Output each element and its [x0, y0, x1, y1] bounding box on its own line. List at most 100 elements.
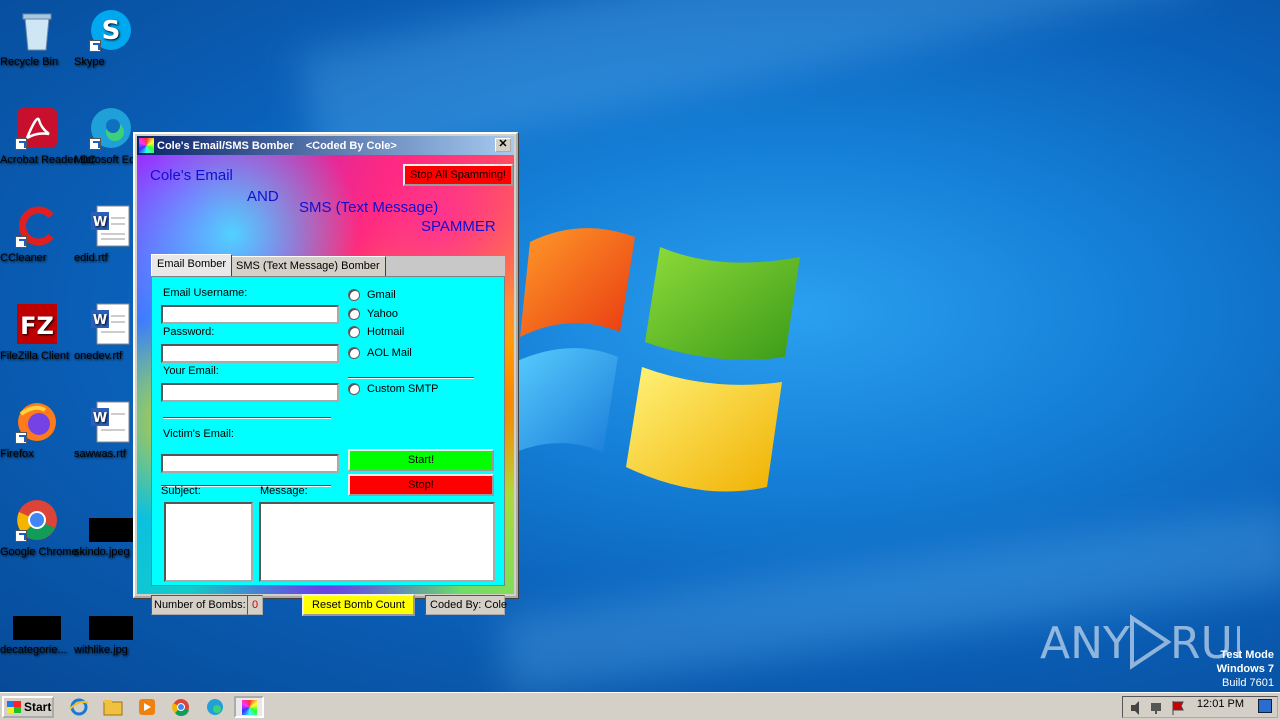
custom-smtp-label: Custom SMTP [367, 383, 439, 395]
svg-text:W: W [93, 215, 107, 230]
start-button[interactable]: Start! [348, 449, 494, 471]
message-label: Message: [260, 485, 308, 497]
email-username-label: Email Username: [163, 287, 248, 299]
banner-line4: SPAMMER [421, 218, 496, 235]
shortcut-arrow-icon [89, 40, 101, 52]
filezilla-icon: FZ [15, 302, 59, 346]
custom-smtp-radio[interactable] [348, 383, 360, 395]
desktop-icon-recycle-bin[interactable]: Recycle Bin [0, 8, 74, 68]
desktop-icon-chrome[interactable]: Google Chrome [0, 498, 78, 558]
svg-text:S: S [102, 16, 121, 46]
recycle-bin-icon [15, 8, 59, 52]
shortcut-arrow-icon [15, 432, 27, 444]
desktop-icon-withlike-jpg[interactable]: withlike.jpg [74, 596, 148, 656]
desktop-icon-ccleaner[interactable]: CCleaner [0, 204, 74, 264]
chrome-icon [15, 498, 59, 542]
ie-icon[interactable] [68, 697, 90, 717]
taskbar: Start 12:01 PM [0, 692, 1280, 720]
desktop-icon-acrobat[interactable]: Acrobat Reader DC [0, 106, 96, 166]
tray-icons[interactable] [1129, 700, 1189, 716]
shortcut-arrow-icon [89, 138, 101, 150]
svg-text:W: W [93, 313, 107, 328]
password-label: Password: [163, 326, 215, 338]
start-label: Start [24, 700, 52, 714]
word-document-icon: W [89, 400, 133, 444]
hotmail-label: Hotmail [367, 326, 405, 338]
explorer-icon[interactable] [102, 697, 124, 717]
app-icon [139, 138, 154, 153]
password-field[interactable] [161, 344, 339, 363]
tab-strip: Email Bomber SMS (Text Message) Bomber [151, 254, 505, 276]
yahoo-radio[interactable] [348, 308, 360, 320]
status-row: Number of Bombs: 0 Reset Bomb Count Code… [151, 594, 507, 616]
test-mode-line3: Build 7601 [1222, 677, 1274, 689]
shortcut-arrow-icon [15, 236, 27, 248]
hotmail-radio[interactable] [348, 326, 360, 338]
window-title: Cole's Email/SMS Bomber <Coded By Cole> [157, 139, 397, 152]
test-mode-line1: Test Mode [1220, 649, 1274, 661]
aol-mail-label: AOL Mail [367, 347, 412, 359]
email-username-field[interactable] [161, 305, 339, 324]
window-titlebar[interactable]: Cole's Email/SMS Bomber <Coded By Cole> … [137, 136, 514, 155]
test-mode-line2: Windows 7 [1216, 663, 1274, 675]
psychedelic-background: Cole's Email AND SMS (Text Message) SPAM… [137, 155, 514, 616]
windows-logo [505, 228, 800, 492]
aol-mail-radio[interactable] [348, 347, 360, 359]
skype-icon: S [89, 8, 133, 52]
media-player-icon[interactable] [136, 697, 158, 717]
banner-line2: AND [247, 188, 279, 205]
stop-button[interactable]: Stop! [348, 474, 494, 496]
divider [348, 377, 474, 379]
start-button[interactable]: Start [2, 696, 54, 718]
edge-icon [89, 106, 133, 150]
coded-by-label: Coded By: Cole [425, 595, 507, 615]
subject-label: Subject: [161, 485, 201, 497]
stop-all-button[interactable]: Stop All Spamming! [403, 164, 513, 186]
firefox-icon [15, 400, 59, 444]
edge-taskbar-icon[interactable] [204, 697, 226, 717]
bomber-taskbar-button[interactable] [234, 696, 264, 718]
shortcut-arrow-icon [15, 138, 27, 150]
desktop-icon-firefox[interactable]: Firefox [0, 400, 74, 460]
chrome-taskbar-icon[interactable] [170, 697, 192, 717]
ccleaner-icon [15, 204, 59, 248]
acrobat-reader-icon [15, 106, 59, 150]
email-bomber-panel: Email Username: Password: Your Email: Vi… [151, 276, 505, 586]
message-textarea[interactable] [259, 502, 495, 582]
windows-flag-icon [7, 701, 21, 713]
victim-email-field[interactable] [161, 454, 339, 473]
tab-sms-bomber[interactable]: SMS (Text Message) Bomber [230, 256, 386, 276]
desktop-icon-skype[interactable]: S Skype [74, 8, 148, 68]
image-thumbnail-icon [13, 596, 61, 640]
svg-text:FZ: FZ [20, 312, 54, 340]
yahoo-label: Yahoo [367, 308, 398, 320]
close-button[interactable]: ✕ [495, 138, 511, 152]
svg-text:W: W [93, 411, 107, 426]
your-email-field[interactable] [161, 383, 339, 402]
bombs-count-label: Number of Bombs: [151, 595, 261, 615]
word-document-icon: W [89, 302, 133, 346]
bomber-window[interactable]: Cole's Email/SMS Bomber <Coded By Cole> … [133, 132, 518, 616]
banner-line3: SMS (Text Message) [299, 199, 439, 216]
clock[interactable]: 12:01 PM [1197, 698, 1244, 710]
bomber-app-icon [242, 700, 257, 715]
desktop-icon-filezilla[interactable]: FZ FileZilla Client [0, 302, 74, 362]
gmail-radio[interactable] [348, 289, 360, 301]
show-desktop-icon[interactable] [1258, 699, 1272, 713]
shortcut-arrow-icon [15, 530, 27, 542]
tab-email-bomber[interactable]: Email Bomber [151, 254, 233, 276]
anyrun-watermark: ANY RUN [1040, 612, 1266, 675]
svg-text:ANY: ANY [1040, 618, 1130, 669]
word-document-icon: W [89, 204, 133, 248]
gmail-label: Gmail [367, 289, 396, 301]
banner-line1: Cole's Email [150, 167, 233, 184]
divider [163, 417, 331, 419]
desktop-icon-decategorie[interactable]: decategorie... [0, 596, 74, 656]
subject-textarea[interactable] [164, 502, 253, 582]
image-thumbnail-icon [89, 498, 133, 542]
bombs-count-value: 0 [247, 595, 263, 615]
test-mode-notice: Test Mode Windows 7 Build 7601 [1217, 648, 1274, 690]
image-thumbnail-icon [89, 596, 133, 640]
your-email-label: Your Email: [163, 365, 219, 377]
reset-bomb-count-button[interactable]: Reset Bomb Count [302, 594, 415, 616]
